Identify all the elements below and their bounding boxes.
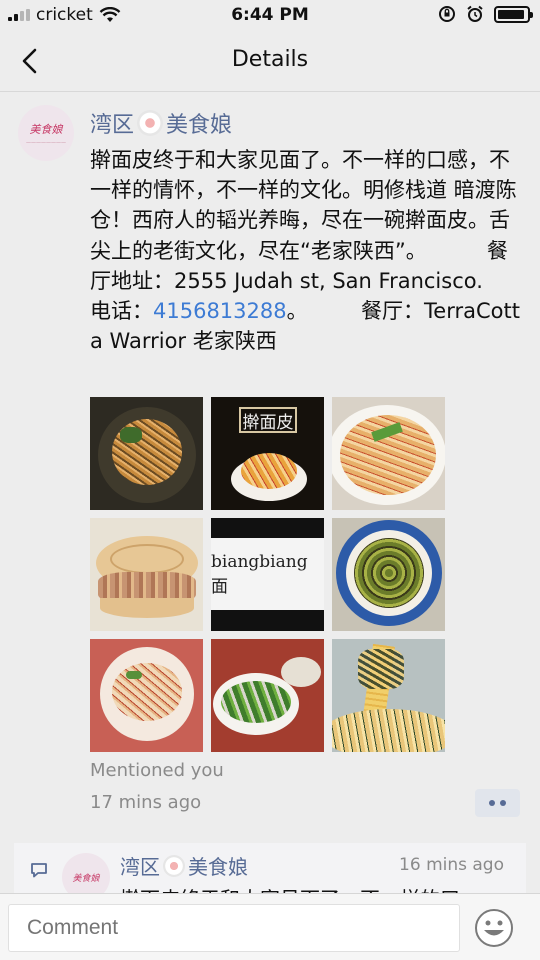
smiley-icon[interactable]: [474, 908, 514, 948]
comment-avatar-text: 美食娘: [72, 873, 100, 884]
photo-9[interactable]: [332, 639, 445, 752]
alarm-icon: [467, 5, 483, 22]
dot-icon: [489, 800, 495, 806]
avatar[interactable]: 美食娘 ————————: [18, 105, 74, 161]
comment-author[interactable]: 湾区 美食娘: [120, 851, 248, 880]
avatar-logo-text: 美食娘: [29, 122, 63, 136]
photo-4[interactable]: [90, 518, 203, 631]
battery-icon: [494, 5, 533, 23]
photo-2[interactable]: 擀面皮: [211, 397, 324, 510]
dot-icon: [500, 800, 506, 806]
phone-link[interactable]: 4156813288: [153, 299, 287, 323]
photo-5[interactable]: biangbiang面: [211, 518, 324, 631]
status-right: [438, 5, 533, 23]
author-name[interactable]: 湾区 美食娘: [90, 107, 232, 139]
bowl-emoji-icon: [163, 854, 185, 877]
post-body: 擀面皮终于和大家见面了。不一样的口感，不一样的情怀，不一样的文化。明修栈道 暗渡…: [90, 145, 522, 356]
page-title: Details: [231, 47, 309, 72]
bowl-emoji-icon: [137, 110, 164, 136]
mentioned-label: Mentioned you: [90, 760, 224, 781]
orientation-lock-icon: [439, 6, 455, 22]
photo-7[interactable]: [90, 639, 203, 752]
post-text-part1: 擀面皮终于和大家见面了。不一样的口感，不一样的情怀，不一样的文化。明修栈道 暗渡…: [90, 148, 530, 324]
status-bar: cricket 6:44 PM: [0, 0, 540, 30]
photo-8[interactable]: [211, 639, 324, 752]
more-options-button[interactable]: [475, 789, 520, 817]
post-timestamp: 17 mins ago: [90, 792, 202, 813]
photo-1[interactable]: [90, 397, 203, 510]
nav-bar: Details: [0, 30, 540, 92]
avatar-subline: ————————: [26, 139, 66, 146]
comment-bubble-icon: [31, 863, 47, 878]
comment-timestamp: 16 mins ago: [399, 855, 504, 875]
comment-bar: [0, 893, 540, 960]
comment-author-prefix: 湾区: [120, 855, 160, 879]
comment-author-suffix: 美食娘: [188, 855, 248, 879]
photo-3[interactable]: [332, 397, 445, 510]
biangbiang-caption: biangbiang面: [211, 552, 308, 597]
author-prefix: 湾区: [90, 113, 135, 138]
photo-6[interactable]: [332, 518, 445, 631]
photo-grid: 擀面皮 biangbiang面: [90, 397, 446, 753]
sign-caption: 擀面皮: [239, 407, 297, 433]
author-suffix: 美食娘: [166, 113, 233, 138]
comment-input[interactable]: [8, 904, 460, 952]
